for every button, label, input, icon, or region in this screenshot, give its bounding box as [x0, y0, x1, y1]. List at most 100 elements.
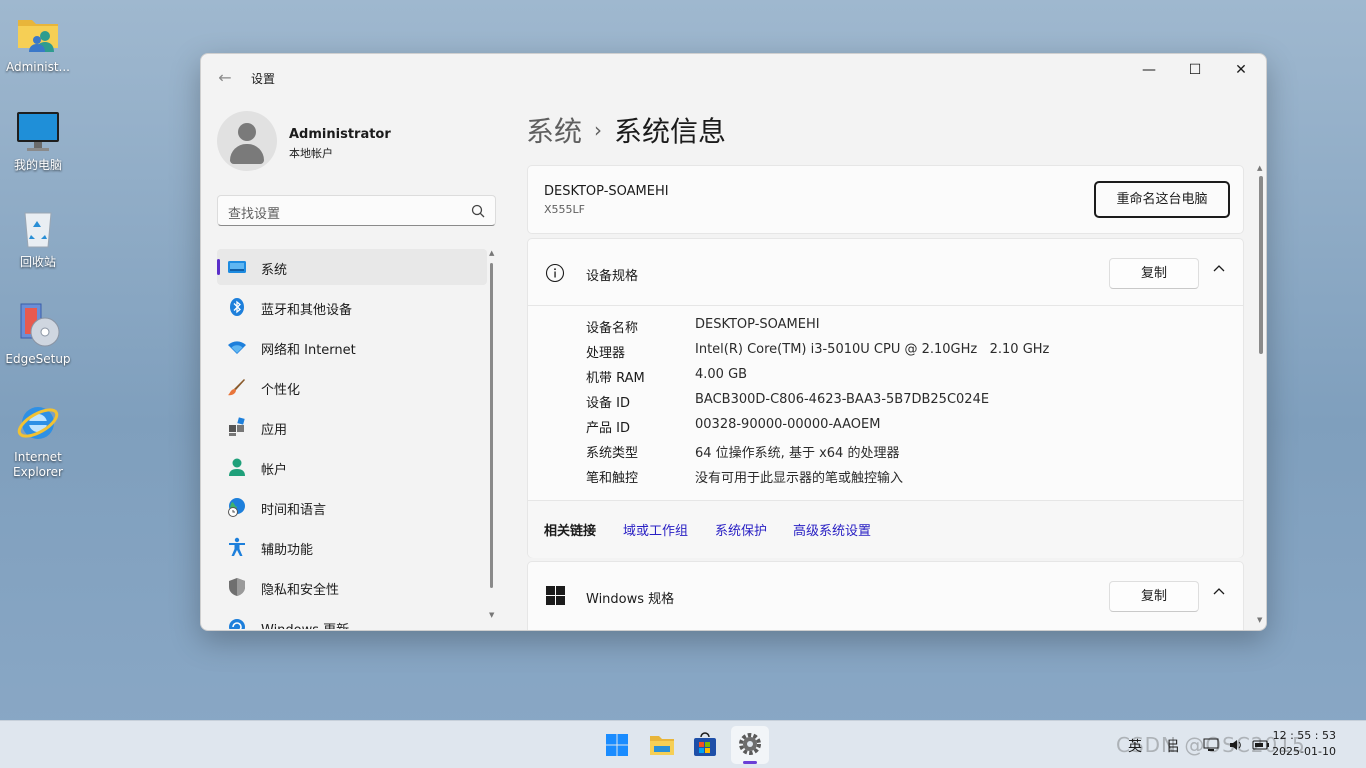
- title-bar: ← 设置 — ☐ ✕: [201, 54, 1266, 100]
- ime-mode-indicator[interactable]: 㠯: [1166, 736, 1180, 756]
- spec-value: 4.00 GB: [695, 367, 748, 382]
- scroll-down-arrow-icon[interactable]: ▼: [489, 611, 494, 619]
- bluetooth-icon: [230, 298, 244, 316]
- brush-icon: [228, 379, 245, 396]
- sidebar-item-network[interactable]: 网络和 Internet: [217, 329, 487, 365]
- network-icon[interactable]: [1203, 737, 1219, 753]
- windows-specs-card: Windows 规格 复制: [527, 561, 1244, 630]
- copy-windows-specs-button[interactable]: 复制: [1109, 581, 1199, 612]
- shield-icon: [229, 578, 245, 596]
- chevron-up-icon[interactable]: [1211, 261, 1227, 277]
- link-system-protection[interactable]: 系统保护: [715, 520, 767, 539]
- spec-key: 机带 RAM: [586, 371, 645, 386]
- active-app-indicator: [743, 761, 757, 764]
- sidebar-item-accessibility[interactable]: 辅助功能: [217, 529, 487, 565]
- profile-name: Administrator: [289, 127, 391, 142]
- device-specs-header[interactable]: 设备规格 复制: [528, 239, 1243, 306]
- accessibility-icon: [229, 537, 245, 556]
- device-specs-card: 设备规格 复制 设备名称 DESKTOP-SOAMEHI 处理器 Intel(R…: [527, 238, 1244, 558]
- sidebar-item-label: 隐私和安全性: [261, 583, 340, 598]
- sidebar-item-privacy[interactable]: 隐私和安全性: [217, 569, 487, 605]
- windows-specs-header[interactable]: Windows 规格 复制: [528, 562, 1243, 629]
- search-placeholder: 查找设置: [228, 207, 281, 222]
- desktop-icon-recycle-bin[interactable]: 回收站: [2, 205, 74, 270]
- profile-account-type: 本地帐户: [289, 147, 333, 160]
- sidebar-nav: 系统 蓝牙和其他设备 网络和 Internet 个性化 应用 帐户 时间和语言 …: [217, 249, 489, 629]
- desktop-icon-internet-explorer[interactable]: Internet Explorer: [2, 400, 74, 480]
- sidebar-item-label: 系统: [261, 263, 288, 278]
- windows-logo-icon: [546, 586, 566, 606]
- sidebar-item-time-language[interactable]: 时间和语言: [217, 489, 487, 525]
- sidebar-item-label: 帐户: [261, 463, 288, 478]
- sidebar-item-label: 时间和语言: [261, 503, 327, 518]
- sidebar-item-personalization[interactable]: 个性化: [217, 369, 487, 405]
- spec-key: 产品 ID: [586, 421, 630, 436]
- start-button[interactable]: [598, 726, 636, 764]
- spec-value: Intel(R) Core(TM) i3-5010U CPU @ 2.10GHz…: [695, 342, 1050, 357]
- info-icon: [545, 263, 565, 283]
- user-folder-icon: [15, 10, 61, 56]
- settings-taskbar-button[interactable]: [731, 726, 769, 764]
- scroll-up-arrow-icon[interactable]: ▲: [489, 249, 494, 257]
- pc-model: X555LF: [544, 203, 585, 216]
- clock-time: 12 : 55 : 53: [1272, 729, 1336, 742]
- store-button[interactable]: [686, 726, 724, 764]
- link-domain-workgroup[interactable]: 域或工作组: [623, 520, 688, 539]
- volume-icon[interactable]: [1228, 737, 1244, 753]
- breadcrumb-parent[interactable]: 系统: [526, 115, 582, 148]
- link-advanced-system-settings[interactable]: 高级系统设置: [793, 520, 871, 539]
- start-icon: [606, 734, 628, 756]
- desktop-icon-label: Internet Explorer: [13, 450, 63, 479]
- minimize-button[interactable]: —: [1126, 54, 1172, 86]
- desktop-icon-admin-folder[interactable]: Administ...: [2, 10, 74, 75]
- taskbar: CSDN @OSC2015 英 㠯 12 : 55 : 53 2025-01-1…: [0, 720, 1366, 768]
- back-arrow-icon[interactable]: ←: [215, 68, 235, 88]
- avatar: [217, 111, 277, 171]
- spec-key: 处理器: [586, 346, 626, 361]
- user-profile[interactable]: Administrator 本地帐户: [217, 111, 497, 171]
- settings-icon: [739, 733, 761, 755]
- spec-key: 设备名称: [586, 321, 639, 336]
- scrollbar-thumb[interactable]: [490, 263, 493, 588]
- scroll-down-arrow-icon[interactable]: ▼: [1257, 616, 1262, 624]
- spec-value: 00328-90000-00000-AAOEM: [695, 417, 881, 432]
- desktop-icon-edgesetup[interactable]: EdgeSetup: [2, 302, 74, 367]
- sidebar-scrollbar[interactable]: ▲ ▼: [488, 249, 496, 624]
- scrollbar-thumb[interactable]: [1259, 176, 1263, 354]
- file-explorer-button[interactable]: [643, 726, 681, 764]
- search-input[interactable]: 查找设置: [217, 195, 496, 226]
- globe-clock-icon: [228, 498, 245, 517]
- desktop-icon-label: EdgeSetup: [5, 352, 71, 366]
- system-clock[interactable]: 12 : 55 : 53 2025-01-10: [1272, 728, 1336, 760]
- spec-key: 设备 ID: [586, 396, 630, 411]
- rename-pc-button[interactable]: 重命名这台电脑: [1094, 181, 1230, 218]
- settings-window: ← 设置 — ☐ ✕ Administrator 本地帐户 查找设置 系统 蓝牙…: [200, 53, 1267, 631]
- maximize-button[interactable]: ☐: [1172, 54, 1218, 86]
- sidebar-item-label: 应用: [261, 423, 288, 438]
- sidebar-item-accounts[interactable]: 帐户: [217, 449, 487, 485]
- copy-device-specs-button[interactable]: 复制: [1109, 258, 1199, 289]
- content-scrollbar[interactable]: ▲ ▼: [1257, 164, 1265, 626]
- sidebar-item-label: 辅助功能: [261, 543, 314, 558]
- page-title: 系统信息: [614, 115, 727, 148]
- main-content: DESKTOP-SOAMEHI X555LF 重命名这台电脑 设备规格 复制 设…: [527, 165, 1244, 630]
- close-button[interactable]: ✕: [1218, 54, 1264, 86]
- chevron-up-icon[interactable]: [1211, 584, 1227, 600]
- breadcrumb: 系统 › 系统信息: [526, 110, 726, 150]
- desktop-icon-label: Administ...: [6, 60, 70, 74]
- active-indicator: [217, 259, 220, 275]
- system-display-icon: [228, 261, 246, 273]
- window-title: 设置: [251, 72, 276, 86]
- sidebar-item-system[interactable]: 系统: [217, 249, 487, 285]
- sidebar-item-label: 蓝牙和其他设备: [261, 303, 353, 318]
- sidebar-item-windows-update[interactable]: Windows 更新: [217, 609, 487, 629]
- scroll-up-arrow-icon[interactable]: ▲: [1257, 164, 1262, 172]
- sidebar-item-bluetooth[interactable]: 蓝牙和其他设备: [217, 289, 487, 325]
- desktop-icon-my-computer[interactable]: 我的电脑: [2, 108, 74, 173]
- ime-indicator[interactable]: 英: [1128, 736, 1142, 756]
- sidebar-item-apps[interactable]: 应用: [217, 409, 487, 445]
- internet-explorer-icon: [15, 400, 61, 446]
- battery-icon[interactable]: [1252, 737, 1270, 753]
- sidebar-item-label: 个性化: [261, 383, 301, 398]
- breadcrumb-separator-icon: ›: [594, 118, 603, 142]
